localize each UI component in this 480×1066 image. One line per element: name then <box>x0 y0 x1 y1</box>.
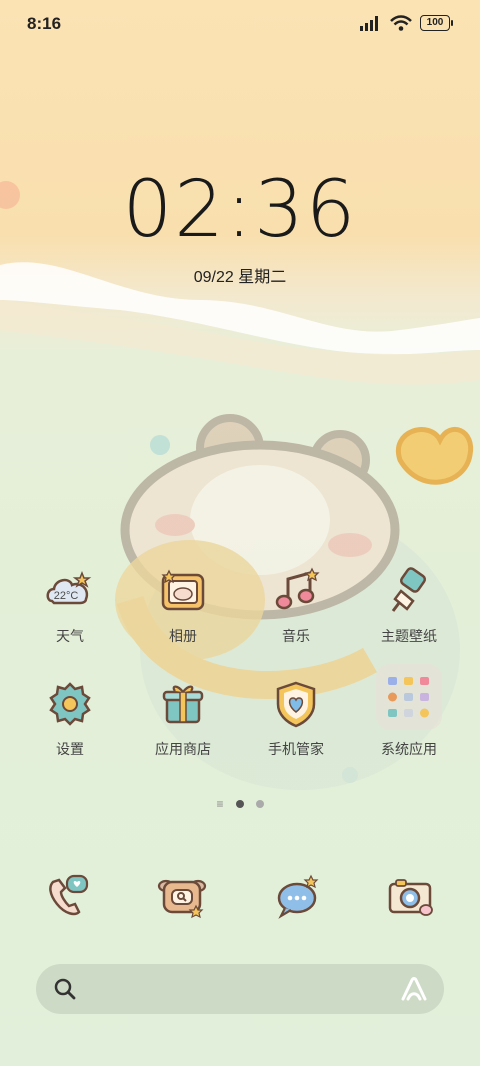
camera-icon <box>388 879 433 916</box>
app-system-apps-folder[interactable]: 系统应用 <box>354 664 464 759</box>
app-label: 设置 <box>56 741 84 757</box>
signal-icon <box>360 16 378 31</box>
app-gallery[interactable]: 相册 <box>128 565 238 646</box>
status-bar: 8:16 100 <box>0 0 480 50</box>
app-label: 应用商店 <box>155 741 211 757</box>
app-label: 相册 <box>169 628 197 644</box>
gallery-icon <box>161 569 205 611</box>
phone-icon <box>49 874 89 916</box>
page-indicator[interactable]: ≡ <box>0 797 480 811</box>
page-dot[interactable] <box>255 800 264 808</box>
app-label: 音乐 <box>282 628 310 644</box>
dock-messages[interactable] <box>265 868 329 924</box>
weather-temp: 22°C <box>54 590 79 602</box>
app-store-icon <box>162 685 204 724</box>
app-weather[interactable]: 22°C 天气 <box>15 565 125 646</box>
app-label: 手机管家 <box>268 741 324 757</box>
search-bar[interactable] <box>36 964 444 1014</box>
search-icon <box>54 978 76 1000</box>
clock-widget[interactable]: 02:36 09/22 星期二 <box>0 165 480 287</box>
messages-icon <box>277 874 319 919</box>
app-themes[interactable]: 主题壁纸 <box>354 565 464 646</box>
settings-icon <box>49 682 91 726</box>
battery-icon: 100 <box>420 15 453 31</box>
dock-browser[interactable] <box>150 868 214 924</box>
app-drawer-icon[interactable]: ≡ <box>216 797 223 811</box>
dock-phone[interactable] <box>35 868 99 924</box>
app-music[interactable]: 音乐 <box>241 565 351 646</box>
app-label: 天气 <box>56 628 84 644</box>
wifi-icon <box>390 15 412 31</box>
page-dot-active[interactable] <box>235 800 244 808</box>
assistant-icon[interactable] <box>400 976 428 1002</box>
system-apps-folder-icon <box>388 677 429 718</box>
clock-date: 09/22 星期二 <box>193 269 287 286</box>
app-security[interactable]: 手机管家 <box>241 678 351 759</box>
browser-icon <box>157 879 207 919</box>
app-label: 系统应用 <box>381 741 437 757</box>
app-label: 主题壁纸 <box>381 628 437 644</box>
status-time: 8:16 <box>27 14 62 33</box>
app-settings[interactable]: 设置 <box>15 678 125 759</box>
clock-time: 02:36 <box>122 165 358 255</box>
dock-camera[interactable] <box>378 868 442 924</box>
music-icon <box>275 567 320 610</box>
app-app-store[interactable]: 应用商店 <box>128 678 238 759</box>
security-icon <box>276 681 316 728</box>
themes-icon <box>391 567 427 612</box>
weather-icon: 22°C <box>46 570 92 605</box>
